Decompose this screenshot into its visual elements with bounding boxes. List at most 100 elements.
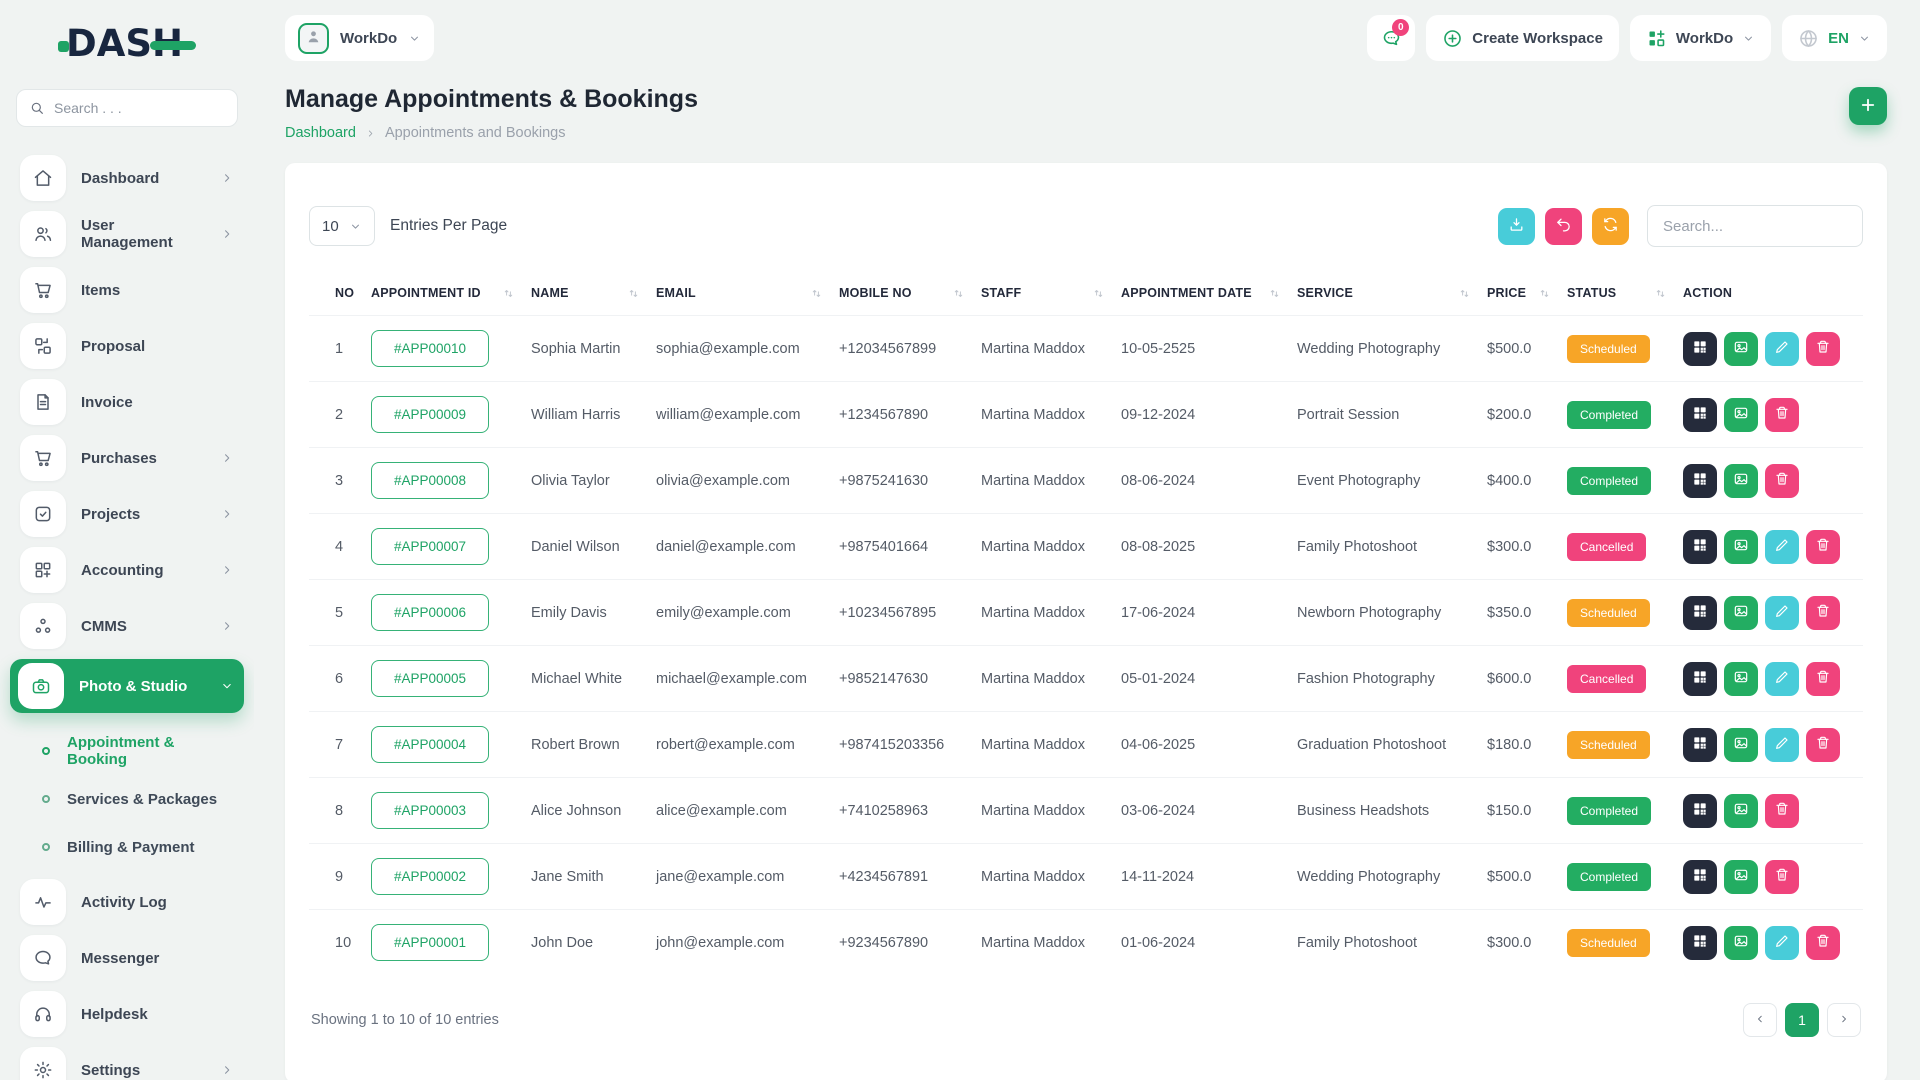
- gallery-button[interactable]: [1724, 661, 1758, 696]
- sort-icon[interactable]: [1268, 287, 1281, 300]
- appointment-id-badge[interactable]: #APP00007: [371, 528, 489, 565]
- breadcrumb-dashboard-link[interactable]: Dashboard: [285, 125, 356, 141]
- edit-button[interactable]: [1765, 595, 1799, 630]
- gallery-button[interactable]: [1724, 331, 1758, 366]
- appointment-id-badge[interactable]: #APP00006: [371, 594, 489, 631]
- gallery-button[interactable]: [1724, 463, 1758, 498]
- refresh-button[interactable]: [1592, 207, 1629, 245]
- sidebar-item-items[interactable]: Items: [16, 267, 238, 313]
- pagination-page-1[interactable]: 1: [1785, 1003, 1819, 1037]
- pagination-next-button[interactable]: [1827, 1003, 1861, 1037]
- sidebar-item-settings[interactable]: Settings: [16, 1047, 238, 1080]
- column-header-staff[interactable]: STAFF: [981, 273, 1121, 316]
- qr-code-button[interactable]: [1683, 661, 1717, 696]
- sidebar-item-invoice[interactable]: Invoice: [16, 379, 238, 425]
- gallery-button[interactable]: [1724, 727, 1758, 762]
- appointment-id-badge[interactable]: #APP00009: [371, 396, 489, 433]
- entries-per-page-select[interactable]: 10: [309, 206, 375, 246]
- delete-button[interactable]: [1765, 463, 1799, 498]
- table-search-input[interactable]: [1647, 205, 1863, 247]
- gallery-button[interactable]: [1724, 595, 1758, 630]
- appointment-id-badge[interactable]: #APP00008: [371, 462, 489, 499]
- sidebar-item-accounting[interactable]: Accounting: [16, 547, 238, 593]
- sidebar-item-photo-studio[interactable]: Photo & Studio: [10, 659, 244, 713]
- delete-button[interactable]: [1806, 727, 1840, 762]
- sidebar-item-proposal[interactable]: Proposal: [16, 323, 238, 369]
- pagination-prev-button[interactable]: [1743, 1003, 1777, 1037]
- column-header-name[interactable]: NAME: [531, 273, 656, 316]
- sort-icon[interactable]: [1092, 287, 1105, 300]
- delete-button[interactable]: [1765, 397, 1799, 432]
- edit-button[interactable]: [1765, 661, 1799, 696]
- column-header-mobile-no[interactable]: MOBILE NO: [839, 273, 981, 316]
- sidebar-item-projects[interactable]: Projects: [16, 491, 238, 537]
- column-header-price[interactable]: PRICE: [1487, 273, 1567, 316]
- sidebar-item-activity-log[interactable]: Activity Log: [16, 879, 238, 925]
- column-header-status[interactable]: STATUS: [1567, 273, 1683, 316]
- appointment-id-badge[interactable]: #APP00005: [371, 660, 489, 697]
- qr-code-button[interactable]: [1683, 397, 1717, 432]
- gallery-button[interactable]: [1724, 397, 1758, 432]
- qr-code-button[interactable]: [1683, 859, 1717, 894]
- sort-icon[interactable]: [810, 287, 823, 300]
- edit-button[interactable]: [1765, 727, 1799, 762]
- appointment-id-badge[interactable]: #APP00004: [371, 726, 489, 763]
- sidebar-item-user-management[interactable]: User Management: [16, 211, 238, 257]
- export-button[interactable]: [1498, 207, 1535, 245]
- sort-icon[interactable]: [627, 287, 640, 300]
- gallery-button[interactable]: [1724, 859, 1758, 894]
- column-header-email[interactable]: EMAIL: [656, 273, 839, 316]
- edit-button[interactable]: [1765, 331, 1799, 366]
- sidebar-item-messenger[interactable]: Messenger: [16, 935, 238, 981]
- sidebar-subitem-appointment-booking[interactable]: Appointment & Booking: [16, 727, 238, 775]
- delete-button[interactable]: [1806, 595, 1840, 630]
- qr-code-button[interactable]: [1683, 727, 1717, 762]
- sidebar-search-input[interactable]: [54, 100, 225, 116]
- delete-button[interactable]: [1806, 331, 1840, 366]
- qr-code-button[interactable]: [1683, 463, 1717, 498]
- sidebar-search[interactable]: [16, 89, 238, 127]
- sort-icon[interactable]: [952, 287, 965, 300]
- sort-icon[interactable]: [1654, 287, 1667, 300]
- messages-button[interactable]: 0: [1367, 15, 1416, 61]
- column-header-appointment-date[interactable]: APPOINTMENT DATE: [1121, 273, 1297, 316]
- delete-button[interactable]: [1765, 793, 1799, 828]
- appointment-id-badge[interactable]: #APP00010: [371, 330, 489, 367]
- qr-code-button[interactable]: [1683, 595, 1717, 630]
- cell-price: $500.0: [1487, 843, 1567, 910]
- qr-code-button[interactable]: [1683, 793, 1717, 828]
- delete-button[interactable]: [1806, 529, 1840, 564]
- appointment-id-badge[interactable]: #APP00001: [371, 924, 489, 961]
- column-header-appointment-id[interactable]: APPOINTMENT ID: [371, 273, 531, 316]
- qr-code-button[interactable]: [1683, 925, 1717, 960]
- create-workspace-button[interactable]: Create Workspace: [1426, 15, 1619, 61]
- delete-button[interactable]: [1806, 925, 1840, 960]
- add-appointment-button[interactable]: [1849, 87, 1887, 125]
- appointment-id-badge[interactable]: #APP00003: [371, 792, 489, 829]
- qr-code-button[interactable]: [1683, 331, 1717, 366]
- sidebar-item-helpdesk[interactable]: Helpdesk: [16, 991, 238, 1037]
- sidebar-item-purchases[interactable]: Purchases: [16, 435, 238, 481]
- edit-button[interactable]: [1765, 925, 1799, 960]
- column-header-service[interactable]: SERVICE: [1297, 273, 1487, 316]
- sidebar-subitem-billing-payment[interactable]: Billing & Payment: [16, 823, 238, 871]
- undo-button[interactable]: [1545, 207, 1582, 245]
- sidebar-item-dashboard[interactable]: Dashboard: [16, 155, 238, 201]
- workdo-menu-button[interactable]: WorkDo: [1629, 15, 1772, 61]
- gallery-button[interactable]: [1724, 529, 1758, 564]
- edit-button[interactable]: [1765, 529, 1799, 564]
- gallery-button[interactable]: [1724, 793, 1758, 828]
- sort-icon[interactable]: [1458, 287, 1471, 300]
- delete-button[interactable]: [1806, 661, 1840, 696]
- gallery-button[interactable]: [1724, 925, 1758, 960]
- brand-logo[interactable]: DASH: [16, 22, 238, 65]
- delete-button[interactable]: [1765, 859, 1799, 894]
- appointment-id-badge[interactable]: #APP00002: [371, 858, 489, 895]
- qr-code-button[interactable]: [1683, 529, 1717, 564]
- sort-icon[interactable]: [1538, 287, 1551, 300]
- sidebar-subitem-services-packages[interactable]: Services & Packages: [16, 775, 238, 823]
- sort-icon[interactable]: [502, 287, 515, 300]
- language-button[interactable]: EN: [1782, 15, 1887, 61]
- sidebar-item-cmms[interactable]: CMMS: [16, 603, 238, 649]
- workspace-selector[interactable]: WorkDo: [285, 15, 435, 61]
